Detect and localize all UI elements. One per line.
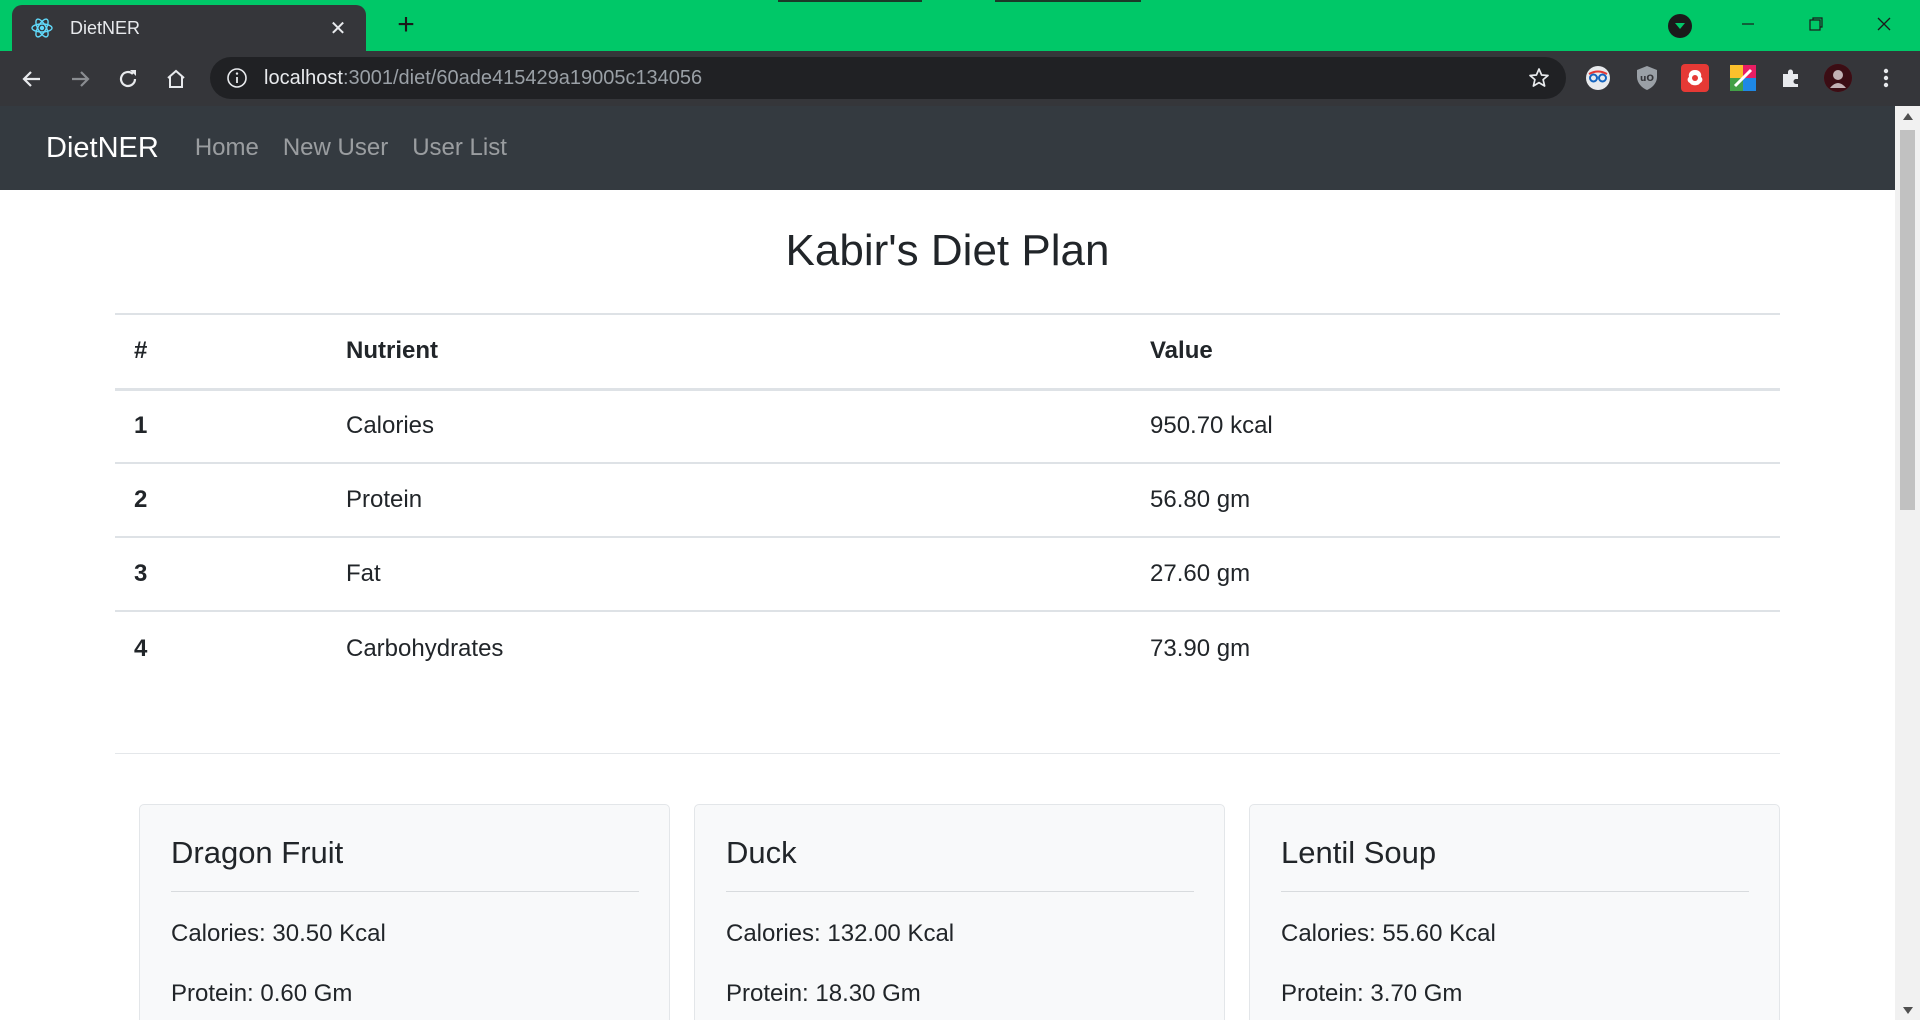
food-card-list: Dragon Fruit Calories: 30.50 Kcal Protei… bbox=[139, 804, 1780, 1020]
row-index: 4 bbox=[115, 610, 327, 685]
tab-strip-indicator bbox=[778, 0, 922, 2]
close-window-icon[interactable] bbox=[1866, 8, 1902, 40]
browser-toolbar: localhost:3001/diet/60ade415429a19005c13… bbox=[0, 51, 1920, 106]
row-index: 1 bbox=[115, 388, 327, 463]
row-nutrient: Calories bbox=[327, 388, 1131, 463]
table-row: 4 Carbohydrates 73.90 gm bbox=[115, 610, 1780, 685]
tab-title: DietNER bbox=[70, 17, 141, 38]
row-value: 950.70 kcal bbox=[1131, 388, 1780, 463]
colorful-extension-icon[interactable] bbox=[1729, 64, 1757, 92]
food-card-title: Duck bbox=[726, 835, 1194, 892]
url-text[interactable]: localhost:3001/diet/60ade415429a19005c13… bbox=[264, 67, 1526, 90]
address-bar[interactable]: localhost:3001/diet/60ade415429a19005c13… bbox=[210, 57, 1566, 99]
browser-tab-bar: DietNER ✕ + bbox=[0, 0, 1920, 51]
food-card-title: Lentil Soup bbox=[1281, 835, 1749, 892]
close-tab-icon[interactable]: ✕ bbox=[324, 14, 352, 42]
table-header-row: # Nutrient Value bbox=[115, 313, 1780, 391]
navbar-brand[interactable]: DietNER bbox=[46, 132, 159, 165]
food-card-title: Dragon Fruit bbox=[171, 835, 639, 892]
nav-link-user-list[interactable]: User List bbox=[412, 134, 507, 162]
arrow-left-icon[interactable] bbox=[16, 63, 48, 95]
minimize-window-icon[interactable] bbox=[1730, 8, 1766, 40]
svg-text:uO: uO bbox=[1640, 74, 1654, 84]
restore-window-icon[interactable] bbox=[1798, 8, 1834, 40]
food-card-calories: Calories: 30.50 Kcal bbox=[171, 920, 386, 947]
reload-icon[interactable] bbox=[112, 63, 144, 95]
row-value: 73.90 gm bbox=[1131, 610, 1780, 685]
react-atom-icon bbox=[30, 16, 54, 40]
page-title: Kabir's Diet Plan bbox=[785, 226, 1110, 275]
tab-strip-indicator bbox=[995, 0, 1141, 2]
food-card-calories: Calories: 55.60 Kcal bbox=[1281, 920, 1496, 947]
info-circle-icon[interactable] bbox=[226, 67, 248, 89]
food-card-protein: Protein: 18.30 Gm bbox=[726, 980, 921, 1007]
url-path: :3001/diet/60ade415429a19005c134056 bbox=[342, 66, 703, 89]
scroll-down-arrow-icon[interactable] bbox=[1895, 1000, 1920, 1020]
red-extension-icon[interactable] bbox=[1681, 64, 1709, 92]
avatar[interactable] bbox=[1824, 64, 1852, 92]
table-row: 1 Calories 950.70 kcal bbox=[115, 388, 1780, 463]
nav-link-home[interactable]: Home bbox=[195, 134, 259, 162]
food-card-dragon-fruit: Dragon Fruit Calories: 30.50 Kcal Protei… bbox=[139, 804, 670, 1020]
column-header-value: Value bbox=[1131, 313, 1780, 391]
column-header-nutrient: Nutrient bbox=[327, 313, 1131, 391]
table-row: 3 Fat 27.60 gm bbox=[115, 536, 1780, 611]
app-navbar: DietNER Home New User User List bbox=[0, 106, 1895, 190]
browser-tab-active[interactable]: DietNER ✕ bbox=[12, 5, 366, 51]
row-nutrient: Protein bbox=[327, 462, 1131, 537]
page-viewport: DietNER Home New User User List Kabir's … bbox=[0, 106, 1920, 1020]
nav-link-new-user[interactable]: New User bbox=[283, 134, 388, 162]
arrow-right-icon[interactable] bbox=[64, 63, 96, 95]
nutrient-table: # Nutrient Value 1 Calories 950.70 kcal … bbox=[115, 313, 1780, 685]
puzzle-icon[interactable] bbox=[1777, 64, 1805, 92]
food-card-lentil-soup: Lentil Soup Calories: 55.60 Kcal Protein… bbox=[1249, 804, 1780, 1020]
row-index: 2 bbox=[115, 462, 327, 537]
glasses-extension-icon[interactable] bbox=[1584, 64, 1612, 92]
new-tab-plus-icon[interactable]: + bbox=[390, 10, 422, 42]
food-card-calories: Calories: 132.00 Kcal bbox=[726, 920, 955, 947]
table-row: 2 Protein 56.80 gm bbox=[115, 462, 1780, 537]
section-divider bbox=[115, 753, 1780, 754]
scrollbar-thumb[interactable] bbox=[1900, 130, 1915, 510]
food-card-protein: Protein: 3.70 Gm bbox=[1281, 980, 1463, 1007]
row-value: 27.60 gm bbox=[1131, 536, 1780, 611]
food-card-protein: Protein: 0.60 Gm bbox=[171, 980, 353, 1007]
column-header-index: # bbox=[115, 313, 327, 391]
row-nutrient: Fat bbox=[327, 536, 1131, 611]
star-icon[interactable] bbox=[1526, 65, 1552, 91]
shield-extension-icon[interactable]: uO bbox=[1633, 64, 1661, 92]
chevron-down-circle-icon[interactable] bbox=[1668, 14, 1692, 38]
url-host: localhost bbox=[264, 66, 343, 89]
page-scrollbar[interactable] bbox=[1895, 106, 1920, 1020]
home-icon[interactable] bbox=[160, 63, 192, 95]
diet-app: DietNER Home New User User List Kabir's … bbox=[0, 106, 1895, 1020]
row-index: 3 bbox=[115, 536, 327, 611]
row-value: 56.80 gm bbox=[1131, 462, 1780, 537]
row-nutrient: Carbohydrates bbox=[327, 610, 1131, 685]
kebab-menu-icon[interactable] bbox=[1872, 64, 1900, 92]
scroll-up-arrow-icon[interactable] bbox=[1895, 106, 1920, 126]
food-card-duck: Duck Calories: 132.00 Kcal Protein: 18.3… bbox=[694, 804, 1225, 1020]
